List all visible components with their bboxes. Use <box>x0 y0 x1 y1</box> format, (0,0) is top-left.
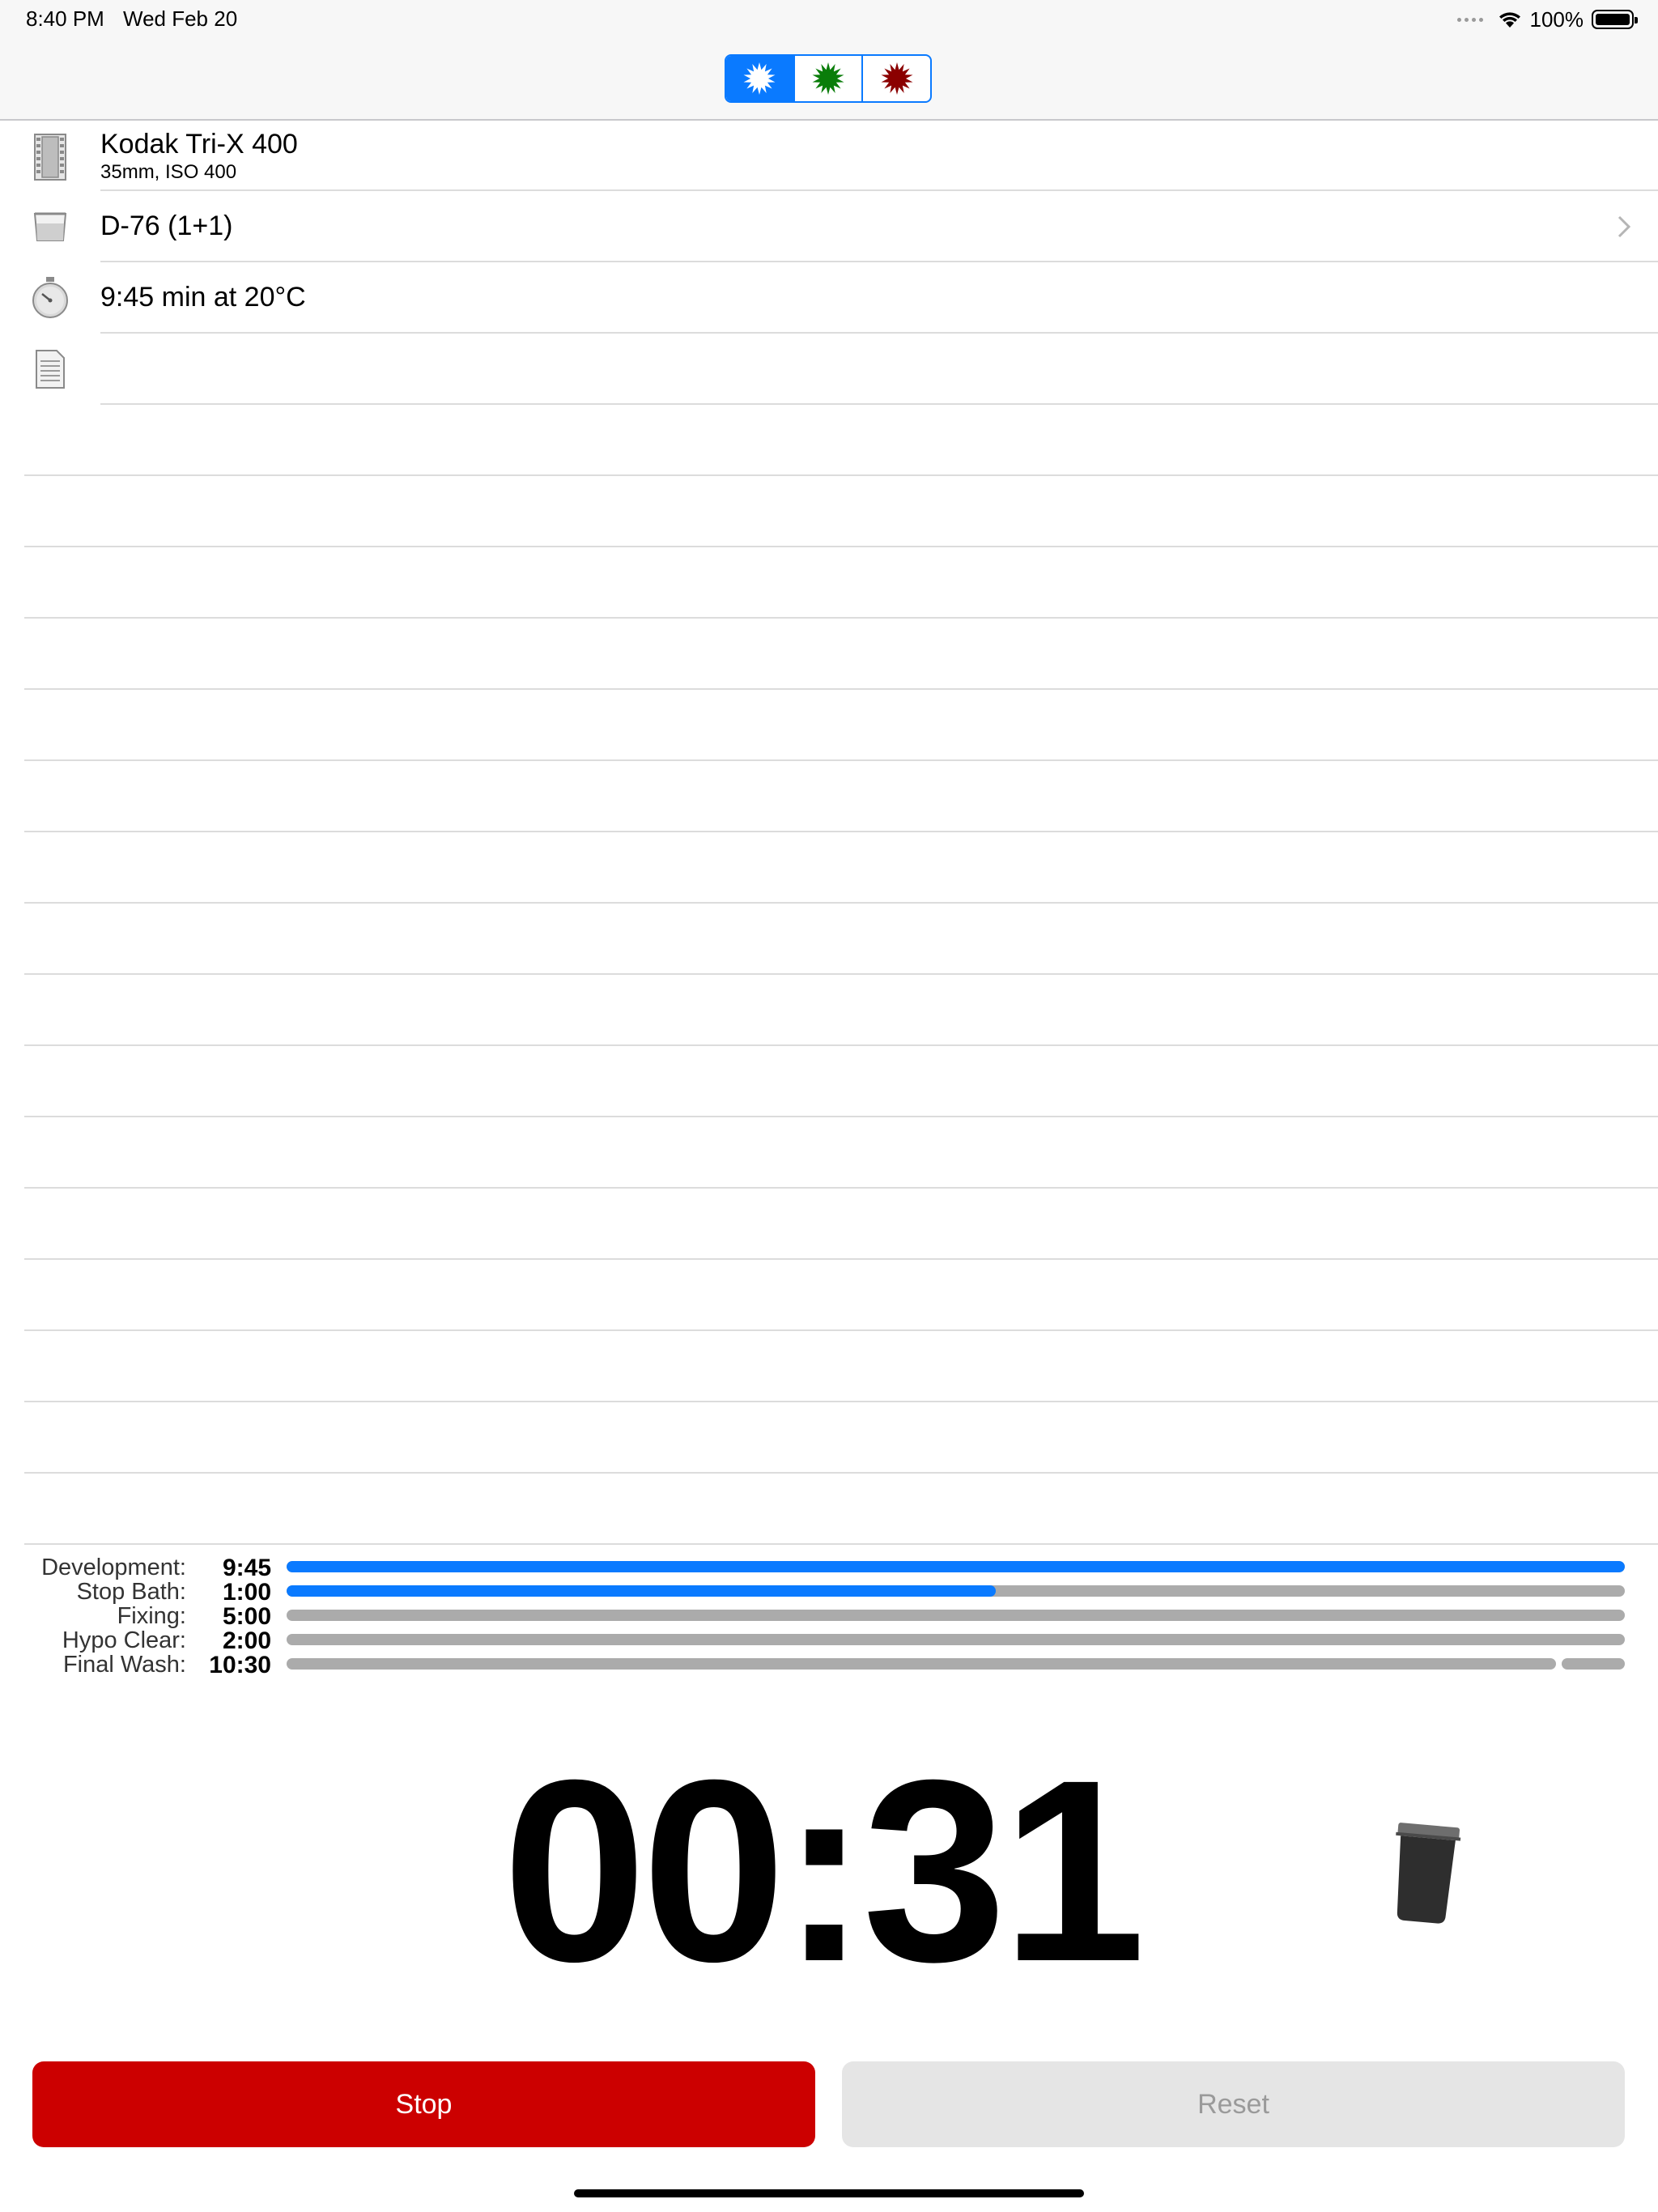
step-development: Development: 9:45 <box>0 1555 1658 1581</box>
reset-button[interactable]: Reset <box>842 2061 1625 2147</box>
status-bar: 8:40 PM Wed Feb 20 100% <box>0 0 1658 39</box>
red-burst-icon <box>881 62 913 95</box>
ruled-line <box>24 1117 1658 1189</box>
step-progress-bar <box>287 1561 1625 1572</box>
film-strip-icon <box>29 132 71 182</box>
step-progress-bar <box>287 1610 1625 1621</box>
status-time: 8:40 PM <box>26 6 104 31</box>
notes-row[interactable] <box>0 334 1658 405</box>
film-details: 35mm, ISO 400 <box>100 161 237 183</box>
developing-tank-icon[interactable] <box>1384 1822 1465 1933</box>
developer-row[interactable]: D-76 (1+1) <box>0 191 1658 262</box>
cellular-dots-icon <box>1456 17 1483 22</box>
step-time: 1:00 <box>222 1579 271 1606</box>
ruled-line <box>24 619 1658 690</box>
status-indicators: 100% <box>1456 6 1638 32</box>
step-stop-bath: Stop Bath: 1:00 <box>0 1579 1658 1606</box>
segment-red-light[interactable] <box>863 56 930 101</box>
step-final-wash: Final Wash: 10:30 <box>0 1652 1658 1678</box>
step-label: Stop Bath: <box>76 1579 186 1605</box>
dev-time-text: 9:45 min at 20°C <box>100 282 306 313</box>
step-progress-bar <box>287 1585 1625 1597</box>
home-indicator <box>574 2189 1084 2197</box>
step-progress-bar <box>287 1634 1625 1645</box>
wifi-icon <box>1499 12 1520 28</box>
step-label: Development: <box>41 1555 186 1580</box>
ruled-line <box>24 975 1658 1046</box>
step-time: 9:45 <box>222 1555 271 1581</box>
ruled-line <box>24 832 1658 904</box>
film-name: Kodak Tri-X 400 <box>100 129 298 160</box>
chevron-right-icon <box>1618 215 1630 238</box>
segment-green-light[interactable] <box>795 56 864 101</box>
process-steps: Development: 9:45 Stop Bath: 1:00 Fixing… <box>0 1555 1658 1678</box>
countdown-timer: 00:31 <box>502 1725 1146 2015</box>
white-burst-icon <box>743 62 776 95</box>
step-time: 2:00 <box>222 1627 271 1654</box>
step-label: Fixing: <box>117 1603 186 1629</box>
notes-ruled-area <box>24 405 1658 1545</box>
ruled-line <box>24 1402 1658 1474</box>
step-label: Hypo Clear: <box>62 1627 186 1653</box>
ruled-line <box>24 1474 1658 1545</box>
battery-icon <box>1592 10 1638 29</box>
film-row[interactable]: Kodak Tri-X 400 35mm, ISO 400 <box>0 122 1658 191</box>
ruled-line <box>24 904 1658 975</box>
dev-time-row[interactable]: 9:45 min at 20°C <box>0 262 1658 334</box>
step-label: Final Wash: <box>62 1652 186 1678</box>
ruled-line <box>24 405 1658 476</box>
battery-percent: 100% <box>1529 6 1584 32</box>
step-hypo-clear: Hypo Clear: 2:00 <box>0 1627 1658 1654</box>
green-burst-icon <box>812 62 844 95</box>
segment-white-light[interactable] <box>726 56 795 101</box>
step-fixing: Fixing: 5:00 <box>0 1603 1658 1630</box>
recipe-info-list: Kodak Tri-X 400 35mm, ISO 400 D-76 (1+1) <box>0 122 1658 405</box>
ruled-line <box>24 547 1658 619</box>
safelight-segmented-control[interactable] <box>725 54 932 103</box>
ruled-line <box>24 761 1658 832</box>
step-time: 5:00 <box>222 1603 271 1630</box>
ruled-line <box>24 1331 1658 1402</box>
ruled-line <box>24 476 1658 547</box>
beaker-icon <box>29 202 71 252</box>
stopwatch-icon <box>29 273 71 323</box>
step-progress-bar <box>287 1658 1625 1670</box>
ruled-line <box>24 1189 1658 1260</box>
ruled-line <box>24 1260 1658 1331</box>
ruled-line <box>24 1046 1658 1117</box>
step-time: 10:30 <box>209 1652 271 1678</box>
notes-icon <box>29 344 71 394</box>
developer-name: D-76 (1+1) <box>100 211 233 241</box>
ruled-line <box>24 690 1658 761</box>
status-date: Wed Feb 20 <box>123 6 238 31</box>
stop-button[interactable]: Stop <box>32 2061 815 2147</box>
